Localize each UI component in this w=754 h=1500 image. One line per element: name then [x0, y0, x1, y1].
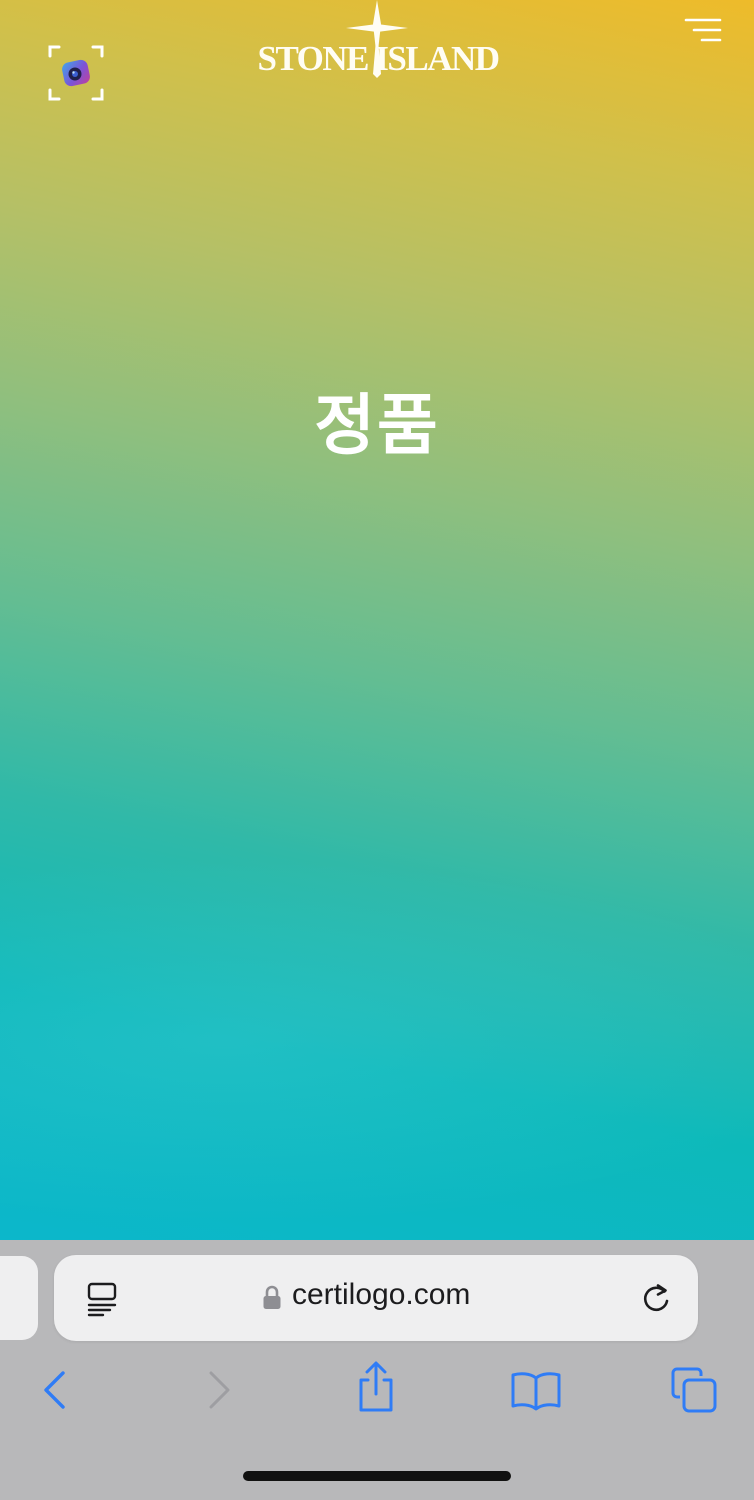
reload-icon — [643, 1284, 669, 1312]
address-bar[interactable]: certilogo.com — [54, 1255, 698, 1341]
share-icon — [359, 1361, 393, 1412]
page-content: STONE ISLAND 정품 — [0, 0, 754, 1240]
brand-name: STONE ISLAND — [257, 39, 500, 78]
menu-button[interactable] — [684, 16, 722, 46]
forward-chevron-icon — [209, 1371, 230, 1409]
lock-icon — [262, 1285, 282, 1311]
tabs-button[interactable] — [670, 1366, 718, 1414]
stone-island-logo[interactable]: STONE ISLAND — [250, 0, 506, 84]
reader-view-icon — [87, 1282, 117, 1317]
bookmarks-icon — [511, 1372, 561, 1411]
url-text[interactable]: certilogo.com — [292, 1278, 470, 1312]
tabs-icon — [671, 1367, 717, 1413]
browser-chrome: certilogo.com — [0, 1240, 754, 1500]
back-button[interactable] — [32, 1366, 80, 1414]
forward-button[interactable] — [196, 1366, 244, 1414]
camera-scan-icon — [48, 45, 104, 101]
authenticity-result-title: 정품 — [314, 387, 440, 464]
scan-button[interactable] — [47, 44, 105, 102]
screen: STONE ISLAND 정품 certilogo.com — [0, 0, 754, 1500]
reader-view-button[interactable] — [86, 1281, 118, 1317]
home-indicator[interactable] — [243, 1471, 511, 1481]
bookmarks-button[interactable] — [510, 1366, 561, 1414]
share-button[interactable] — [352, 1360, 400, 1414]
hamburger-menu-icon — [684, 18, 722, 42]
previous-tab-peek[interactable] — [0, 1256, 38, 1340]
reload-button[interactable] — [638, 1281, 674, 1317]
back-chevron-icon — [44, 1371, 65, 1409]
